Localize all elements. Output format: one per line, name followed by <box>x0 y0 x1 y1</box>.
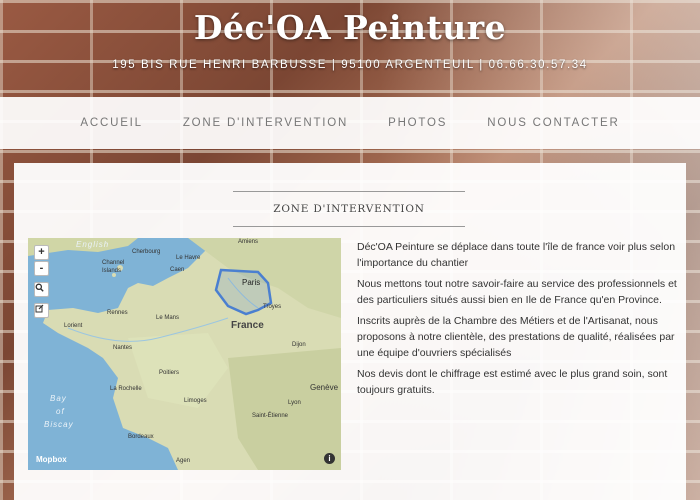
map-label-cherbourg: Cherbourg <box>132 249 161 255</box>
search-icon <box>35 283 44 292</box>
map-terrain <box>28 238 341 470</box>
intervention-map[interactable]: + - English Cherbourg Le Havre Amiens Ch… <box>28 238 341 470</box>
map-label-amiens: Amiens <box>238 239 259 245</box>
external-link-icon <box>35 304 44 313</box>
intervention-description: Déc'OA Peinture se déplace dans toute l'… <box>357 239 677 403</box>
paragraph-deplacement: Déc'OA Peinture se déplace dans toute l'… <box>357 241 676 269</box>
map-label-saint-etienne: Saint-Étienne <box>252 413 289 419</box>
map-label-la-rochelle: La Rochelle <box>110 386 142 392</box>
paragraph-savoir-faire: Nous mettons tout notre savoir-faire au … <box>357 278 677 306</box>
open-map-button[interactable] <box>34 303 49 318</box>
map-label-paris: Paris <box>242 278 261 287</box>
map-label-geneve: Genève <box>310 383 339 392</box>
map-label-le-havre: Le Havre <box>176 255 201 261</box>
paragraph-devis: Nos devis dont le chiffrage est estimé a… <box>357 368 668 396</box>
main-nav: ACCUEIL ZONE D'INTERVENTION PHOTOS NOUS … <box>0 97 700 149</box>
site-title[interactable]: Déc'OA Peinture <box>0 8 700 47</box>
map-label-agen: Agen <box>176 458 191 464</box>
paragraph-chambre-metiers: Inscrits auprès de la Chambre des Métier… <box>357 315 675 359</box>
map-label-france: France <box>231 320 264 331</box>
map-label-troyes: Troyes <box>263 304 282 310</box>
site-address: 195 BIS RUE HENRI BARBUSSE | 95100 ARGEN… <box>112 59 588 71</box>
map-label-limoges: Limoges <box>184 398 207 404</box>
nav-item-photos[interactable]: PHOTOS <box>388 117 447 129</box>
map-label-bordeaux: Bordeaux <box>128 434 154 440</box>
map-attribution[interactable]: Mopbox <box>36 455 67 464</box>
search-location-button[interactable] <box>34 282 49 297</box>
map-label-poitiers: Poitiers <box>159 370 180 376</box>
map-label-rennes: Rennes <box>107 310 128 316</box>
zoom-out-button[interactable]: - <box>34 261 49 276</box>
zoom-in-button[interactable]: + <box>34 245 49 260</box>
map-label-caen: Caen <box>170 267 185 273</box>
nav-item-contact[interactable]: NOUS CONTACTER <box>487 117 619 129</box>
map-info-button[interactable]: i <box>324 453 335 464</box>
nav-item-accueil[interactable]: ACCUEIL <box>80 117 142 129</box>
map-label-dijon: Dijon <box>292 342 306 348</box>
map-label-biscay: Biscay <box>44 420 74 429</box>
map-label-le-mans: Le Mans <box>156 315 180 321</box>
map-label-lyon: Lyon <box>288 400 301 406</box>
content-panel: ZONE D'INTERVENTION + - English Cherbour… <box>14 163 686 500</box>
map-label-bay: Bay <box>50 394 67 403</box>
map-label-lorient: Lorient <box>64 323 83 329</box>
map-label-english: English <box>76 240 110 249</box>
map-label-nantes: Nantes <box>113 345 133 351</box>
map-label-channel-islands: Channel Islands <box>102 260 125 274</box>
map-label-of: of <box>56 407 65 416</box>
nav-item-zone-intervention[interactable]: ZONE D'INTERVENTION <box>183 117 348 129</box>
section-title: ZONE D'INTERVENTION <box>233 191 465 227</box>
